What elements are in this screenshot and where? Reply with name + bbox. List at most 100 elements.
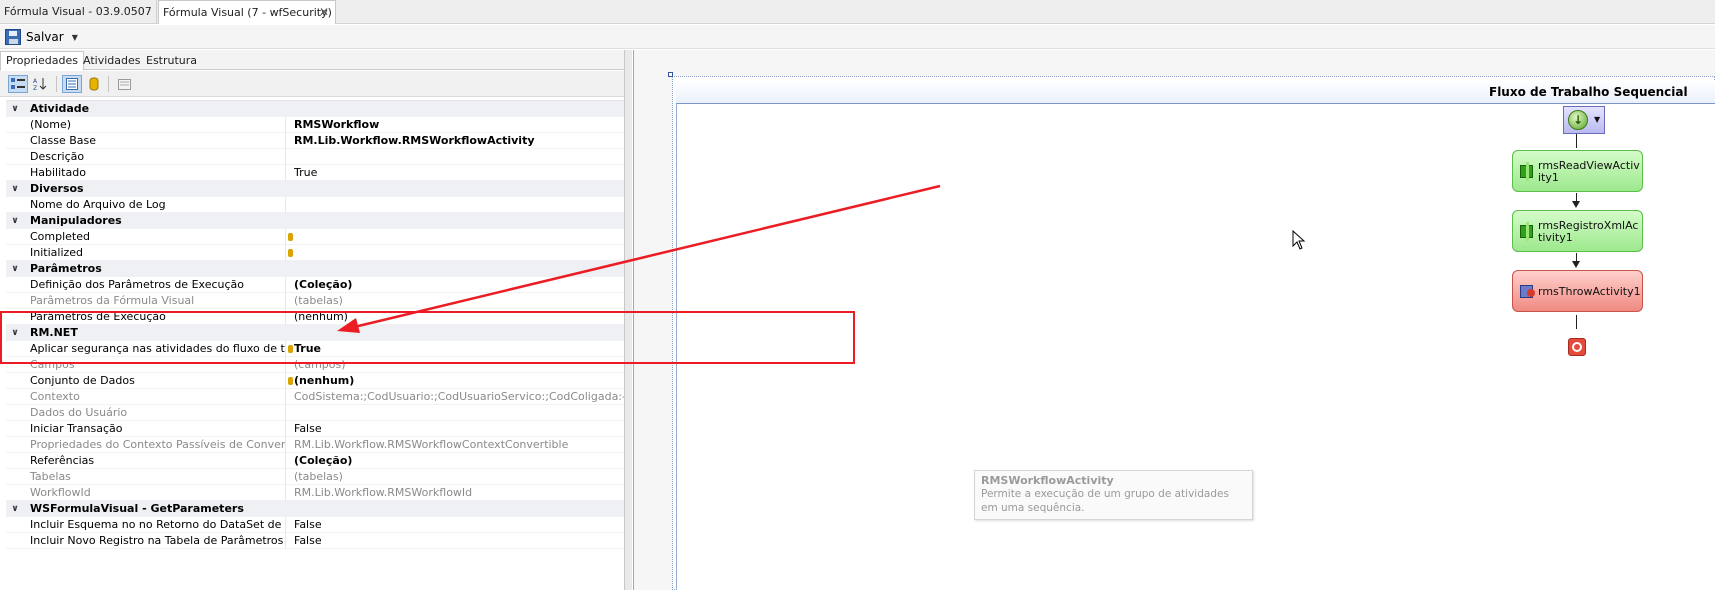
tooltip-title: RMSWorkflowActivity [981,474,1114,487]
property-row[interactable]: Propriedades do Contexto Passíveis de Co… [6,437,630,453]
collapse-icon[interactable]: ∨ [8,213,22,229]
connector-line [1576,253,1577,261]
property-name: Completed [30,229,286,244]
property-name: Tabelas [30,469,286,484]
collapse-icon[interactable]: ∨ [8,101,22,117]
property-name: (Nome) [30,117,286,132]
property-row[interactable]: Parâmetros da Fórmula Visual (tabelas) [6,293,630,309]
tab-formula-visual-wfsecurity[interactable]: Fórmula Visual (7 - wfSecurity) ✕ [158,0,336,24]
category-label: WSFormulaVisual - GetParameters [30,502,244,515]
category-label: Atividade [30,102,90,115]
save-label: Salvar [26,30,64,44]
toolbar-separator [108,76,109,92]
chevron-down-icon[interactable]: ▼ [1594,115,1600,124]
activity-rmsthrow[interactable]: rmsThrowActivity1 [1512,270,1643,312]
main-toolbar: Salvar ▼ [0,25,1715,49]
property-category[interactable]: ∨ Diversos [6,181,630,197]
connector-arrow-icon [1572,201,1580,208]
svg-text:Z: Z [33,85,37,91]
property-value[interactable]: RM.Lib.Workflow.RMSWorkflowActivity [294,133,630,148]
property-name: Dados do Usuário [30,405,286,420]
property-value[interactable]: RMSWorkflow [294,117,630,132]
property-name: Classe Base [30,133,286,148]
collapse-icon[interactable]: ∨ [8,181,22,197]
save-button[interactable]: Salvar ▼ [5,28,78,46]
property-name: Propriedades do Contexto Passíveis de Co… [30,437,286,452]
read-view-icon [1520,162,1533,181]
connector-line [1576,134,1577,148]
property-name: Nome do Arquivo de Log [30,197,286,212]
activity-rmsreadview[interactable]: rmsReadViewActivity1 [1512,150,1643,192]
toolbar-separator [56,76,57,92]
event-pin-icon [288,249,293,257]
property-category[interactable]: ∨ Atividade [6,101,630,117]
panel-tab-bar: Propriedades Atividades Estrutura [0,50,632,71]
tab-propriedades[interactable]: Propriedades [0,51,84,71]
property-row[interactable]: Habilitado True [6,165,630,181]
property-row[interactable]: (Nome) RMSWorkflow [6,117,630,133]
activity-label: rmsThrowActivity1 [1538,285,1641,298]
categorized-icon[interactable] [8,75,28,93]
property-pages-icon[interactable] [114,75,134,93]
property-value[interactable]: (Coleção) [294,277,630,292]
property-row[interactable]: Descrição [6,149,630,165]
property-value[interactable]: (tabelas) [294,469,630,484]
property-value[interactable]: False [294,517,630,532]
event-pin-icon [288,377,293,385]
property-row[interactable]: Definição dos Parâmetros de Execução (Col… [6,277,630,293]
property-row[interactable]: Nome do Arquivo de Log [6,197,630,213]
property-name: WorkflowId [30,485,286,500]
collapse-icon[interactable]: ∨ [8,501,22,517]
category-label: Diversos [30,182,84,195]
property-value[interactable]: (tabelas) [294,293,630,308]
property-category[interactable]: ∨ WSFormulaVisual - GetParameters [6,501,630,517]
tooltip-body: Permite a execução de um grupo de ativid… [981,488,1229,514]
events-view-icon[interactable] [84,75,104,93]
property-row[interactable]: Contexto CodSistema:;CodUsuario:;CodUsuar… [6,389,630,405]
tab-estrutura[interactable]: Estrutura [141,52,202,70]
property-value[interactable]: (nenhum) [294,373,630,388]
activity-label: rmsRegistroXmlActivity1 [1538,219,1639,244]
category-label: Manipuladores [30,214,122,227]
property-row[interactable]: Conjunto de Dados (nenhum) [6,373,630,389]
property-name: Incluir Novo Registro na Tabela de Parâm… [30,533,286,548]
property-value[interactable]: CodSistema:;CodUsuario:;CodUsuarioServic… [294,389,630,404]
property-category[interactable]: ∨ Manipuladores [6,213,630,229]
connector-line [1576,315,1577,329]
property-value[interactable]: False [294,533,630,548]
close-icon[interactable]: ✕ [319,1,329,24]
throw-icon [1520,285,1535,298]
registro-xml-icon [1520,222,1533,241]
property-name: Definição dos Parâmetros de Execução [30,277,286,292]
tab-atividades[interactable]: Atividades [78,52,145,70]
start-icon: ↓ [1568,110,1588,130]
sort-alphabetical-icon[interactable]: AZ [30,75,50,93]
property-value[interactable]: RM.Lib.Workflow.RMSWorkflowContextConver… [294,437,630,452]
tab-formula-visual-list[interactable]: Fórmula Visual - 03.9.0507 [0,0,157,24]
properties-view-icon[interactable] [62,75,82,93]
property-row[interactable]: Incluir Novo Registro na Tabela de Parâm… [6,533,630,549]
property-row[interactable]: Tabelas (tabelas) [6,469,630,485]
selection-handle[interactable] [668,72,673,77]
activity-rmsregistroxml[interactable]: rmsRegistroXmlActivity1 [1512,210,1643,252]
property-row[interactable]: Dados do Usuário [6,405,630,421]
property-row[interactable]: Referências (Coleção) [6,453,630,469]
property-value[interactable]: True [294,165,630,180]
property-row[interactable]: Iniciar Transação False [6,421,630,437]
property-row[interactable]: Incluir Esquema no no Retorno do DataSet… [6,517,630,533]
collapse-icon[interactable]: ∨ [8,261,22,277]
property-row[interactable]: WorkflowId RM.Lib.Workflow.RMSWorkflowId [6,485,630,501]
workflow-title: Fluxo de Trabalho Sequencial [676,80,1715,104]
property-value[interactable]: RM.Lib.Workflow.RMSWorkflowId [294,485,630,500]
property-name: Contexto [30,389,286,404]
property-row[interactable]: Initialized [6,245,630,261]
property-value[interactable]: False [294,421,630,436]
workflow-start[interactable]: ↓ ▼ [1563,106,1605,134]
connector-line [1576,193,1577,201]
document-tab-bar: Fórmula Visual - 03.9.0507 Fórmula Visua… [0,0,1715,24]
property-row[interactable]: Completed [6,229,630,245]
property-category[interactable]: ∨ Parâmetros [6,261,630,277]
property-value[interactable]: (Coleção) [294,453,630,468]
chevron-down-icon[interactable]: ▼ [72,33,78,42]
property-row[interactable]: Classe Base RM.Lib.Workflow.RMSWorkflowAc… [6,133,630,149]
